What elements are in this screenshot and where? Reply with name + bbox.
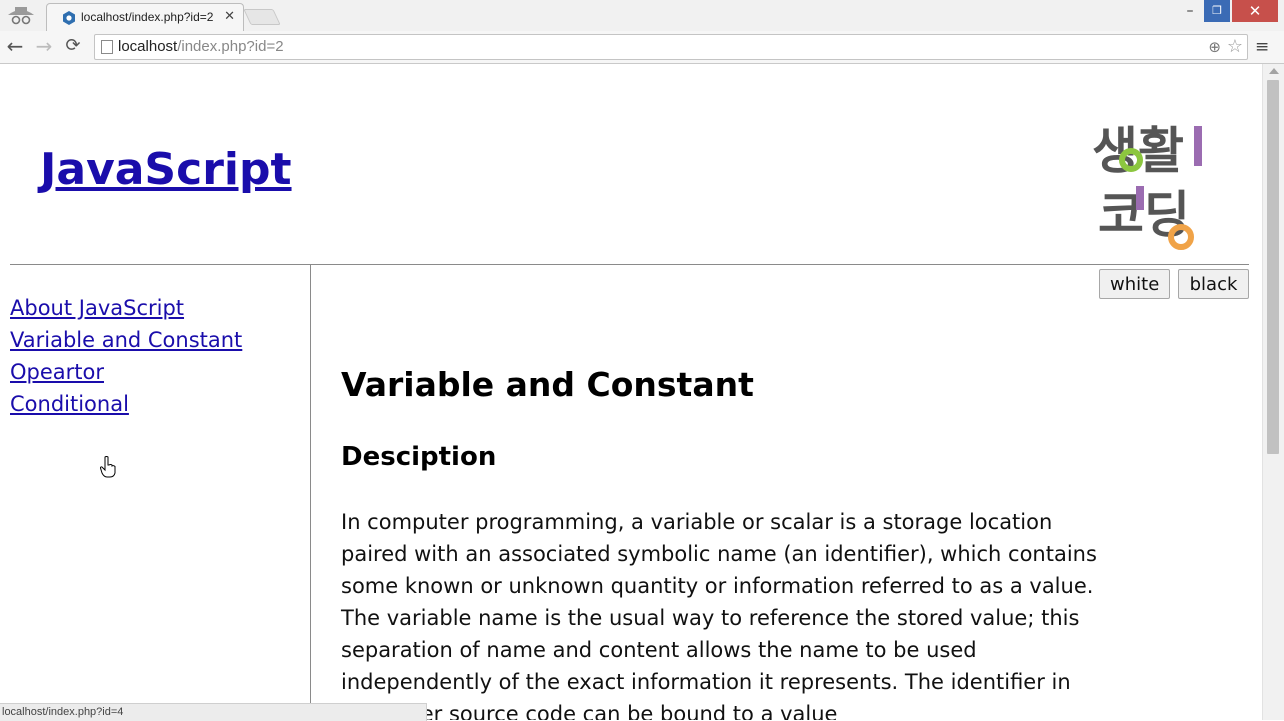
page-scrollbar[interactable] bbox=[1262, 64, 1284, 720]
forward-arrow-icon[interactable]: → bbox=[33, 35, 55, 57]
back-arrow-icon[interactable]: ← bbox=[4, 35, 26, 57]
article-title: Variable and Constant bbox=[341, 365, 754, 404]
sidebar-nav: About JavaScript Variable and Constant O… bbox=[10, 292, 242, 420]
nav-link-about-javascript[interactable]: About JavaScript bbox=[10, 292, 242, 324]
black-theme-button[interactable]: black bbox=[1178, 269, 1249, 299]
hand-pointer-icon bbox=[100, 456, 116, 478]
tab-close-icon[interactable]: ✕ bbox=[224, 9, 235, 24]
browser-tab[interactable]: localhost/index.php?id=2 ✕ bbox=[46, 3, 244, 32]
scroll-thumb[interactable] bbox=[1267, 80, 1279, 454]
close-window-button[interactable]: ✕ bbox=[1232, 0, 1278, 22]
scroll-up-arrow-icon[interactable] bbox=[1269, 68, 1279, 74]
header-divider bbox=[10, 264, 1249, 265]
link-status-bubble: localhost/index.php?id=4 bbox=[0, 703, 427, 721]
address-bar[interactable]: localhost/index.php?id=2 ⊕ ☆ bbox=[94, 34, 1248, 60]
new-tab-button[interactable] bbox=[243, 9, 281, 25]
maximize-button[interactable]: ❐ bbox=[1204, 0, 1230, 22]
site-title: JavaScript bbox=[40, 144, 292, 195]
nav-link-operator[interactable]: Opeartor bbox=[10, 356, 242, 388]
tab-title: localhost/index.php?id=2 bbox=[81, 10, 214, 24]
bookmark-star-icon[interactable]: ☆ bbox=[1227, 36, 1243, 57]
reload-icon[interactable]: ⟳ bbox=[62, 35, 84, 57]
article-body: In computer programming, a variable or s… bbox=[341, 510, 1097, 720]
section-title: Desciption bbox=[341, 442, 497, 472]
page-viewport: JavaScript 생활 코딩 About JavaScript Variab… bbox=[0, 64, 1262, 720]
browser-toolbar: ← → ⟳ localhost/index.php?id=2 ⊕ ☆ bbox=[0, 31, 1284, 64]
page-icon bbox=[101, 40, 113, 54]
address-url[interactable]: localhost/index.php?id=2 bbox=[118, 38, 284, 55]
zoom-icon[interactable]: ⊕ bbox=[1208, 38, 1221, 56]
sidebar-divider bbox=[310, 265, 311, 720]
nav-link-conditional[interactable]: Conditional bbox=[10, 388, 242, 420]
saenghwal-coding-logo: 생활 코딩 bbox=[1092, 122, 1202, 250]
white-theme-button[interactable]: white bbox=[1099, 269, 1170, 299]
browser-menu-icon[interactable]: ≡ bbox=[1255, 37, 1269, 57]
minimize-button[interactable]: – bbox=[1176, 0, 1204, 22]
incognito-icon bbox=[8, 7, 34, 25]
favicon-icon bbox=[63, 11, 75, 25]
site-title-link[interactable]: JavaScript bbox=[40, 144, 292, 195]
browser-titlebar: localhost/index.php?id=2 ✕ – ❐ ✕ bbox=[0, 0, 1284, 32]
nav-link-variable-and-constant[interactable]: Variable and Constant bbox=[10, 324, 242, 356]
